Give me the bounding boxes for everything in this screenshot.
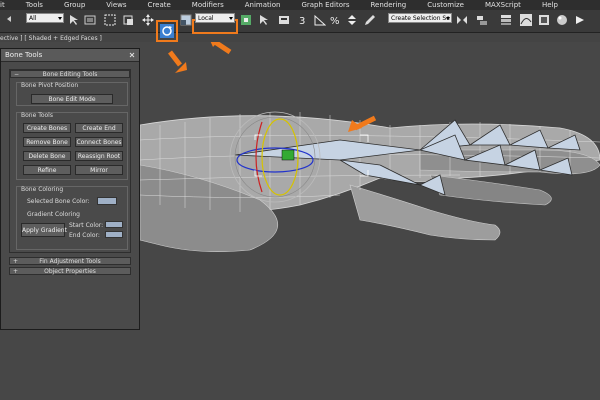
bone-tools-title: Bone Tools (5, 51, 43, 59)
select-by-name-icon[interactable] (84, 14, 96, 26)
curve-editor-icon[interactable] (520, 14, 532, 26)
start-color-swatch[interactable] (105, 221, 123, 228)
pivot-center-icon[interactable] (240, 14, 252, 26)
create-bones-button[interactable]: Create Bones (23, 123, 71, 133)
pivot-position-group: Bone Pivot Position Bone Edit Mode (16, 82, 128, 106)
bone-coloring-label: Bone Coloring (21, 186, 64, 193)
create-end-button[interactable]: Create End (75, 123, 123, 133)
edit-named-selection-icon[interactable] (364, 14, 376, 26)
reassign-root-button[interactable]: Reassign Root (75, 151, 123, 161)
spinner-snap-icon[interactable] (346, 14, 358, 26)
fin-adjustment-label: Fin Adjustment Tools (39, 258, 101, 265)
bone-editing-rollout-label: Bone Editing Tools (42, 71, 98, 78)
bone-tools-title-bar[interactable]: Bone Tools (1, 49, 139, 62)
gradient-coloring-label: Gradient Coloring (27, 211, 80, 218)
expand-icon[interactable]: + (13, 268, 18, 276)
rotate-icon[interactable] (160, 24, 174, 38)
selection-filter-value: All (29, 15, 37, 22)
reference-coordinate-dropdown[interactable]: Local (195, 13, 235, 23)
selected-bone-color-label: Selected Bone Color: (27, 198, 90, 205)
bone-edit-mode-button[interactable]: Bone Edit Mode (31, 94, 113, 104)
menu-item-customize[interactable]: Customize (427, 1, 464, 9)
end-color-label: End Color: (69, 232, 100, 239)
bone-tools-panel: Bone Tools − Bone Editing Tools Bone Pivo… (0, 48, 140, 330)
rectangular-selection-icon[interactable] (104, 14, 116, 26)
window-crossing-icon[interactable] (122, 14, 134, 26)
expand-icon[interactable]: + (13, 258, 18, 266)
bone-tools-group-label: Bone Tools (21, 112, 53, 119)
apply-gradient-button[interactable]: Apply Gradient (21, 223, 67, 237)
pivot-position-label: Bone Pivot Position (21, 82, 79, 89)
snap-3d-icon[interactable]: 3 (298, 14, 310, 26)
main-toolbar: All Local 3 % Create Selection Se (0, 10, 600, 42)
bone-tools-group: Bone Tools Create Bones Create End Remov… (16, 112, 128, 180)
close-icon[interactable] (129, 49, 135, 61)
menu-bar: it Tools Group Views Create Modifiers Animatio… (0, 0, 600, 10)
svg-text:3: 3 (299, 16, 305, 26)
bone-editing-rollout: − Bone Editing Tools Bone Pivot Position … (9, 69, 131, 253)
menu-item-animation[interactable]: Animation (245, 1, 281, 9)
select-object-icon[interactable] (68, 14, 80, 26)
delete-bone-button[interactable]: Delete Bone (23, 151, 71, 161)
move-icon[interactable] (142, 14, 154, 26)
bone-editing-rollout-header[interactable]: − Bone Editing Tools (10, 70, 130, 78)
collapse-icon[interactable]: − (14, 71, 19, 79)
selection-filter-dropdown[interactable]: All (26, 13, 64, 23)
bone-coloring-group: Bone Coloring Selected Bone Color: Gradi… (16, 186, 128, 250)
menu-item-it[interactable]: it (0, 1, 5, 9)
viewport-label[interactable]: ective ] [ Shaded + Edged Faces ] (0, 35, 102, 42)
named-selection-set-text: Create Selection Se (391, 15, 450, 22)
menu-item-views[interactable]: Views (106, 1, 126, 9)
mirror-button[interactable]: Mirror (75, 165, 123, 175)
render-setup-icon[interactable] (574, 14, 586, 26)
keyboard-shortcut-icon[interactable] (278, 14, 290, 26)
menu-item-graph-editors[interactable]: Graph Editors (301, 1, 349, 9)
menu-item-tools[interactable]: Tools (26, 1, 43, 9)
remove-bone-button[interactable]: Remove Bone (23, 137, 71, 147)
menu-item-create[interactable]: Create (148, 1, 171, 9)
end-color-swatch[interactable] (105, 231, 123, 238)
menu-item-help[interactable]: Help (542, 1, 558, 9)
schematic-view-icon[interactable] (538, 14, 550, 26)
angle-snap-icon[interactable] (314, 14, 326, 26)
material-editor-icon[interactable] (556, 14, 568, 26)
scale-icon[interactable] (180, 14, 192, 26)
selected-bone-color-swatch[interactable] (97, 197, 117, 205)
align-icon[interactable] (476, 14, 488, 26)
start-color-label: Start Color: (69, 222, 104, 229)
svg-text:%: % (330, 16, 340, 26)
object-properties-label: Object Properties (44, 268, 96, 275)
percent-snap-icon[interactable]: % (330, 14, 342, 26)
named-selection-set-dropdown[interactable]: Create Selection Se (388, 13, 452, 23)
menu-item-group[interactable]: Group (64, 1, 85, 9)
object-properties-rollout-header[interactable]: + Object Properties (9, 267, 131, 275)
fin-adjustment-rollout-header[interactable]: + Fin Adjustment Tools (9, 257, 131, 265)
mirror-icon[interactable] (456, 14, 468, 26)
menu-item-rendering[interactable]: Rendering (371, 1, 407, 9)
refine-button[interactable]: Refine (23, 165, 71, 175)
select-manipulate-icon[interactable] (258, 14, 270, 26)
menu-item-modifiers[interactable]: Modifiers (192, 1, 224, 9)
layer-manager-icon[interactable] (500, 14, 512, 26)
connect-bones-button[interactable]: Connect Bones (75, 137, 123, 147)
coordinate-system-value: Local (198, 15, 214, 22)
undo-icon[interactable] (4, 14, 16, 26)
menu-item-maxscript[interactable]: MAXScript (485, 1, 521, 9)
